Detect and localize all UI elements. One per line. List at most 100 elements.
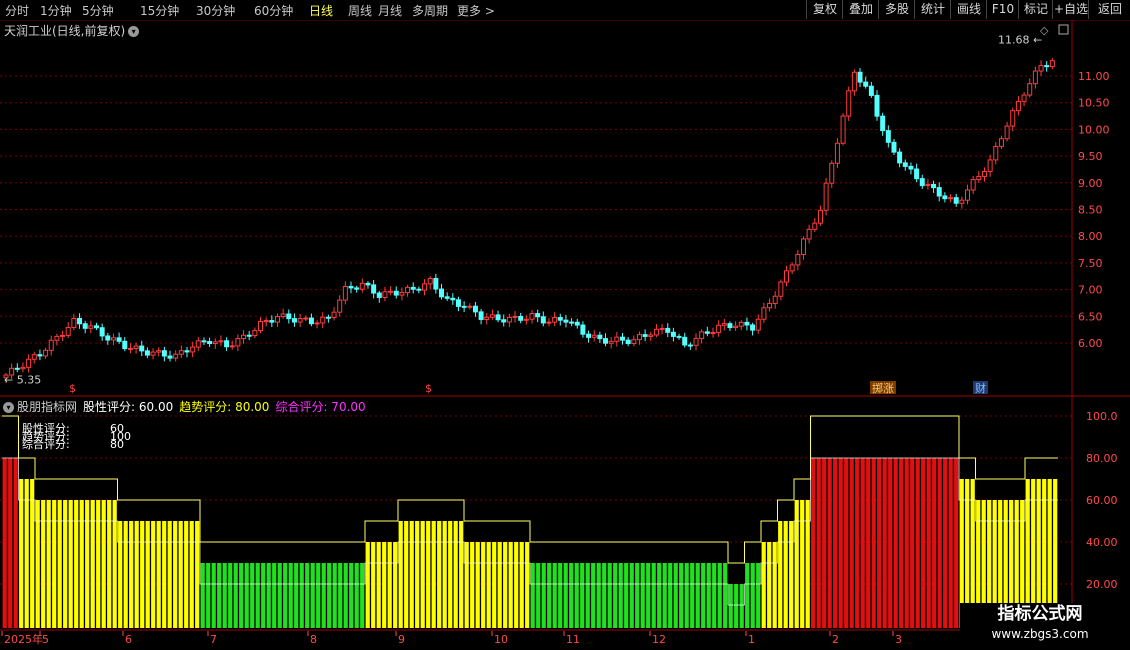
candle-body: [314, 322, 320, 325]
score-bar: [250, 563, 255, 628]
candle-body: [1015, 100, 1021, 112]
score-bar: [41, 500, 46, 628]
candle-body: [229, 345, 235, 348]
candle-body: [359, 282, 365, 290]
candle-body: [591, 334, 597, 338]
score-bar: [442, 521, 447, 628]
score-bar: [954, 458, 959, 628]
score-bar: [591, 563, 596, 628]
candle-body: [241, 334, 247, 340]
score-bar: [926, 458, 931, 628]
score-bar: [101, 500, 106, 628]
candle-body: [495, 314, 501, 321]
candle-body: [998, 138, 1004, 147]
score-bar: [541, 563, 546, 628]
date-axis-label: 12: [652, 633, 666, 646]
score-bar: [52, 500, 57, 628]
score-bar: [519, 542, 524, 628]
price-axis-label: 6.50: [1078, 310, 1103, 323]
score-bar: [316, 563, 321, 628]
candle-body: [976, 175, 982, 181]
price-axis-label: 6.00: [1078, 337, 1103, 350]
candle-body: [778, 281, 784, 297]
score-bar: [910, 458, 915, 628]
watermark-url: www.zbgs3.com: [991, 627, 1089, 641]
score-bar: [486, 542, 491, 628]
candle-body: [54, 335, 60, 341]
candle-body: [586, 333, 592, 338]
score-bar: [827, 458, 832, 628]
candle-body: [699, 331, 705, 339]
candle-body: [190, 346, 196, 353]
candle-body: [461, 305, 467, 308]
score-bar: [90, 500, 95, 628]
score-bar: [217, 563, 222, 628]
candle-body: [868, 85, 874, 96]
date-axis-label: 3: [895, 633, 902, 646]
score-bar: [492, 542, 497, 628]
chart-canvas[interactable]: 11.68 ←← 5.35$ $ 掷涨财 股性评分: 60趋势评分: 100综合评分: 8…: [0, 0, 1130, 650]
score-bar: [393, 542, 398, 628]
candle-body: [512, 315, 518, 318]
candle-body: [919, 178, 925, 187]
candle-body: [1049, 60, 1055, 68]
candle-body: [342, 285, 348, 301]
score-bar: [712, 563, 717, 628]
score-bar: [354, 563, 359, 628]
price-axis-label: 7.00: [1078, 284, 1103, 297]
score-bar: [360, 563, 365, 628]
candle-body: [874, 94, 880, 117]
candle-body: [580, 324, 586, 335]
candle-body: [981, 171, 987, 177]
candle-body: [642, 334, 648, 337]
score-bar: [387, 542, 392, 628]
score-bar: [783, 521, 788, 628]
event-marker: $: [69, 382, 76, 395]
score-bar: [35, 500, 40, 628]
candle-body: [540, 316, 546, 324]
score-bar: [431, 521, 436, 628]
event-marker: 财: [975, 381, 986, 395]
candle-body: [218, 340, 224, 343]
candle-body: [427, 277, 433, 285]
score-bar: [761, 542, 766, 628]
candle-body: [399, 292, 405, 296]
indicator-name[interactable]: 股朋指标网: [17, 400, 77, 414]
candle-body: [405, 286, 411, 294]
candle-body: [252, 330, 258, 337]
candle-body: [212, 341, 218, 345]
score-bar: [618, 563, 623, 628]
score-bar: [222, 563, 227, 628]
candle-body: [71, 317, 77, 328]
score-bar: [118, 521, 123, 628]
candle-body: [795, 253, 801, 266]
candle-body: [207, 341, 213, 345]
score-bar: [844, 458, 849, 628]
score-bar: [629, 563, 634, 628]
score-bar: [206, 563, 211, 628]
score-bar: [948, 458, 953, 628]
score-bar: [398, 521, 403, 628]
score-bar: [349, 563, 354, 628]
score-bar: [30, 479, 35, 628]
candle-body: [478, 311, 484, 320]
score-bar: [129, 521, 134, 628]
chevron-down-icon[interactable]: ▾: [3, 402, 14, 413]
score-bar: [690, 563, 695, 628]
candle-body: [246, 334, 252, 337]
score-bar: [305, 563, 310, 628]
candle-body: [987, 159, 993, 173]
score-bar: [112, 500, 117, 628]
date-axis-label: 1: [748, 633, 755, 646]
score-bar: [343, 563, 348, 628]
score-bar: [646, 563, 651, 628]
score-bar: [195, 521, 200, 628]
score-bar: [310, 563, 315, 628]
score-bar: [558, 563, 563, 628]
candle-body: [863, 81, 869, 87]
score-bar: [167, 521, 172, 628]
score-bar: [327, 563, 332, 628]
candle-body: [750, 324, 756, 331]
candle-body: [1021, 94, 1027, 102]
score-bar: [173, 521, 178, 628]
